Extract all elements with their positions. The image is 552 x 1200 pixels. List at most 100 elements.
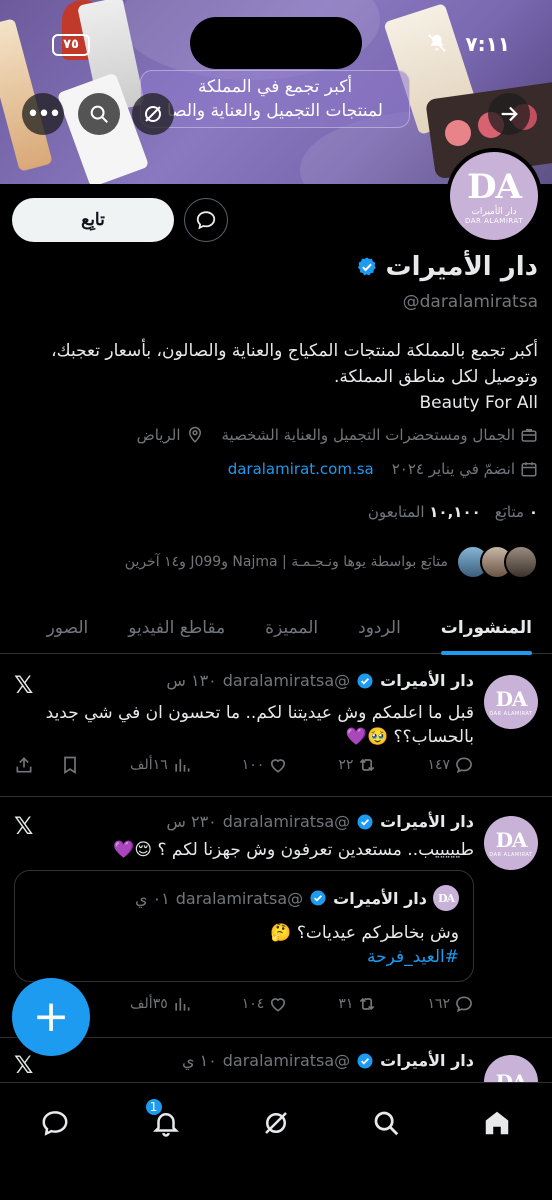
plus-icon: +	[32, 991, 70, 1042]
category-label: الجمال ومستحضرات التجميل والعناية الشخصي…	[221, 426, 516, 444]
profile-bio: أكبر تجمع بالمملكة لمنتجات المكياج والعن…	[8, 338, 538, 416]
profile-meta-row: الجمال ومستحضرات التجميل والعناية الشخصي…	[137, 426, 538, 444]
followers-number: ١٠,١٠٠	[429, 503, 481, 521]
views-button[interactable]: ١٦ألف	[130, 755, 192, 775]
grok-button[interactable]	[132, 93, 174, 135]
quoted-tweet-time: ٠١ ي	[134, 888, 170, 908]
tweet-time[interactable]: ١٠ ي	[182, 1051, 217, 1070]
tweet-author-name[interactable]: دار الأميرات	[380, 1051, 474, 1070]
quoted-tweet[interactable]: DA دار الأميرات @daralamiratsa ٠١ ي وش ب…	[14, 870, 474, 982]
tab-highlights[interactable]: المميزة	[245, 602, 338, 654]
banner-product	[445, 120, 471, 146]
tweet-author-handle: @daralamiratsa	[222, 1051, 351, 1070]
nav-notifications[interactable]: 1	[136, 1097, 196, 1143]
verified-badge-icon	[357, 814, 373, 829]
banner-caption-line1: أكبر تجمع في المملكة	[197, 77, 353, 97]
tweet-time[interactable]: ٢٣٠ س	[166, 812, 216, 831]
following-label: متابَع	[494, 503, 525, 521]
briefcase-icon	[521, 429, 537, 442]
avatar-logo-sub-latin: DAR ALAMIRAT	[465, 217, 523, 225]
like-button[interactable]: ١٠٤	[242, 994, 289, 1014]
hashtag-link[interactable]: #العيد_فرحة	[270, 945, 459, 969]
tweet-author-handle: @daralamiratsa	[222, 812, 351, 831]
views-bar-chart-icon	[175, 998, 190, 1011]
location-pin-icon	[188, 426, 201, 443]
nav-messages[interactable]	[25, 1103, 85, 1143]
notification-badge: 1	[143, 1097, 164, 1117]
tweet-author-name[interactable]: دار الأميرات	[380, 671, 474, 690]
bookmark-icon[interactable]	[60, 755, 80, 775]
known-followers-text: متابَع بواسطة يوها ونـجـمـة | Najma وJ09…	[124, 554, 448, 570]
follow-button[interactable]: تابِع	[12, 198, 174, 242]
tab-photos[interactable]: الصور	[27, 602, 109, 654]
views-bar-chart-icon	[175, 759, 190, 772]
tab-videos[interactable]: مقاطع الفيديو	[108, 602, 245, 654]
avatar-logo-text: DA	[467, 167, 522, 207]
tweet-time[interactable]: ١٣٠ س	[166, 671, 216, 690]
tweet-author-handle: @daralamiratsa	[222, 671, 351, 690]
search-button[interactable]	[78, 93, 120, 135]
back-button[interactable]	[488, 93, 530, 135]
following-number: ٠	[528, 503, 538, 521]
share-icon[interactable]	[14, 755, 34, 775]
x-logo-icon: 𝕏	[14, 812, 34, 840]
tweet-author-name[interactable]: دار الأميرات	[380, 812, 474, 831]
following-count[interactable]: ٠ متابَع	[495, 503, 538, 521]
reply-button[interactable]: ١٤٧	[427, 755, 474, 775]
message-bubble-icon	[42, 1111, 68, 1136]
mute-icon	[426, 32, 448, 59]
profile-avatar[interactable]: DA دار الأميرات DAR ALAMIRAT	[446, 148, 542, 244]
tweet-header: دار الأميرات @daralamiratsa ٢٣٠ س	[166, 812, 474, 831]
tweet-text: طيييييب.. مستعدين تعرفون وش جهزنا لكم ؟ …	[113, 840, 474, 860]
tweet-text: قبل ما اعلمكم وش عيديتنا لكم.. ما تحسون …	[14, 701, 474, 749]
bio-line: أكبر تجمع بالمملكة لمنتجات المكياج والعن…	[51, 341, 538, 361]
nav-home[interactable]	[467, 1103, 527, 1143]
tab-replies[interactable]: الردود	[338, 602, 421, 654]
message-bubble-icon	[196, 211, 216, 230]
search-icon	[90, 105, 108, 123]
profile-handle: @daralamiratsa	[402, 292, 538, 312]
tweet[interactable]: DA DAR ALAMIRAT دار الأميرات @daralamira…	[0, 655, 552, 797]
grok-icon	[145, 106, 161, 122]
avatar-logo-text: DA	[495, 828, 528, 852]
like-button[interactable]: ١٠٠	[242, 755, 289, 775]
nav-search[interactable]	[356, 1103, 416, 1143]
tweet-extra-actions	[14, 755, 80, 775]
reply-count: ١٤٧	[427, 757, 450, 773]
profile-meta-row-2: انضمّ في يناير ٢٠٢٤ daralamirat.com.sa	[228, 460, 538, 478]
banner-caption: أكبر تجمع في المملكة لمنتجات التجميل وال…	[140, 70, 410, 128]
tweet-avatar[interactable]: DA DAR ALAMIRAT	[484, 675, 538, 729]
x-logo-icon: 𝕏	[14, 1051, 34, 1079]
profile-website-link[interactable]: daralamirat.com.sa	[228, 460, 374, 478]
home-icon	[485, 1111, 508, 1135]
nav-grok[interactable]	[246, 1103, 306, 1143]
views-count: ١٦ألف	[130, 757, 168, 773]
profile-joined: انضمّ في يناير ٢٠٢٤	[392, 460, 538, 478]
bio-line: وتوصيل لكل مناطق المملكة.	[333, 367, 538, 387]
followers-count[interactable]: ١٠,١٠٠ المتابعون	[368, 503, 481, 521]
retweet-button[interactable]: ٢٢	[338, 755, 377, 775]
tweet-text-line: بالحساب؟؟ 🥹💜	[345, 727, 474, 747]
tab-posts[interactable]: المنشورات	[421, 602, 552, 655]
calendar-icon	[521, 462, 537, 477]
known-followers-avatars	[456, 545, 538, 579]
verified-badge-icon	[357, 257, 376, 276]
profile-category: الجمال ومستحضرات التجميل والعناية الشخصي…	[222, 426, 539, 444]
compose-post-button[interactable]: +	[12, 978, 90, 1056]
verified-badge-icon	[357, 1053, 373, 1068]
avatar-logo-sub: دار الأميرات	[471, 207, 517, 217]
reply-button[interactable]: ١٦٢	[427, 994, 474, 1014]
follow-counts: ٠ متابَع ١٠,١٠٠ المتابعون	[368, 503, 538, 521]
more-button[interactable]: •••	[22, 93, 64, 135]
quoted-tweet-avatar: DA	[433, 885, 459, 911]
more-icon: •••	[26, 101, 62, 127]
retweet-button[interactable]: ٣١	[338, 994, 377, 1014]
verified-badge-icon	[357, 673, 373, 688]
quoted-author-handle: @daralamiratsa	[175, 888, 304, 908]
bio-line: Beauty For All	[419, 393, 539, 413]
known-followers[interactable]: متابَع بواسطة يوها ونـجـمـة | Najma وJ09…	[125, 545, 538, 579]
tweet-avatar[interactable]: DA DAR ALAMIRAT	[484, 816, 538, 870]
tweet-header: دار الأميرات @daralamiratsa ١٠ ي	[182, 1051, 474, 1070]
message-button[interactable]	[184, 198, 228, 242]
views-button[interactable]: ٣٥ألف	[130, 994, 192, 1014]
